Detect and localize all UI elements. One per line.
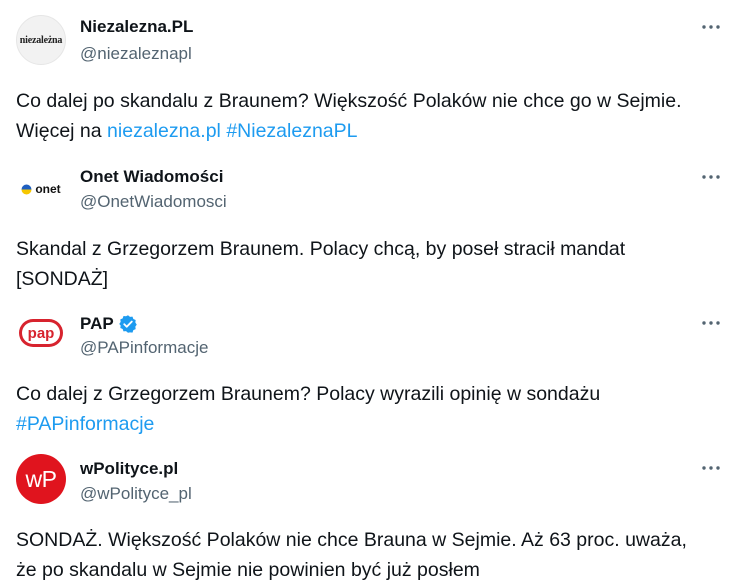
tweet-text-prefix: Więcej na [16,120,108,142]
display-name[interactable]: Onet Wiadomości [80,167,223,187]
onet-logo: onet [21,182,61,196]
hashtag-niezaleznapl[interactable]: #NiezaleznaPL [226,120,357,142]
display-name[interactable]: wPolityce.pl [80,459,178,479]
tweet-text-line: Co dalej po skandalu z Braunem? Większoś… [16,90,682,112]
tweet-text-line: że po skandalu w Sejmie nie powinien być… [16,559,480,581]
user-handle[interactable]: @PAPinformacje [80,338,208,358]
tweet-text: Co dalej po skandalu z Braunem? Większoś… [16,86,722,146]
verified-badge-icon[interactable] [118,314,138,334]
pap-logo: pap [19,319,63,347]
user-handle[interactable]: @niezaleznapl [80,44,192,64]
tweet-text-line: Więcej na niezalezna.pl #NiezaleznaPL [16,116,722,146]
name-line: PAP [80,314,138,334]
more-options-button[interactable] [698,18,724,36]
tweet-text-line: #PAPinformacje [16,409,722,439]
tweet-onet[interactable]: onet Onet Wiadomości @OnetWiadomosci Ska… [0,150,740,300]
tweet-pap[interactable]: pap PAP @PAPinformacje Co dalej z Grzego… [0,300,740,450]
tweet-text-line: [SONDAŻ] [16,268,109,290]
tweet-text: Skandal z Grzegorzem Braunem. Polacy chc… [16,234,722,294]
tweet-text-line: Co dalej z Grzegorzem Braunem? Polacy wy… [16,383,601,405]
user-handle[interactable]: @wPolityce_pl [80,484,192,504]
onet-dot-icon [21,184,32,194]
more-horizontal-icon [702,25,720,29]
tweet-wpolityce[interactable]: wP wPolityce.pl @wPolityce_pl SONDAŻ. Wi… [0,450,740,587]
wpolityce-logo-text: wP [25,465,57,492]
tweet-niezalezna[interactable]: niezależna Niezalezna.PL @niezaleznapl C… [0,0,740,150]
more-horizontal-icon [702,321,720,325]
onet-logo-text: onet [35,182,61,196]
avatar-pap[interactable]: pap [16,308,66,358]
more-horizontal-icon [702,175,720,179]
more-options-button[interactable] [698,314,724,332]
display-name[interactable]: PAP [80,314,114,334]
pap-logo-text: pap [28,325,55,342]
user-handle[interactable]: @OnetWiadomosci [80,192,227,212]
tweet-text: SONDAŻ. Większość Polaków nie chce Braun… [16,525,722,585]
avatar-niezalezna[interactable]: niezależna [16,15,66,65]
link-niezalezna[interactable]: niezalezna.pl [107,120,221,142]
tweet-text-line: SONDAŻ. Większość Polaków nie chce Braun… [16,529,687,551]
name-line: wPolityce.pl [80,459,178,479]
tweet-text-line: Skandal z Grzegorzem Braunem. Polacy chc… [16,238,626,260]
hashtag-papinformacje[interactable]: #PAPinformacje [16,413,154,435]
more-horizontal-icon [702,466,720,470]
more-options-button[interactable] [698,459,724,477]
name-line: Niezalezna.PL [80,17,193,37]
name-line: Onet Wiadomości [80,167,223,187]
avatar-wpolityce[interactable]: wP [16,454,66,504]
tweet-text: Co dalej z Grzegorzem Braunem? Polacy wy… [16,379,722,439]
avatar-onet[interactable]: onet [16,164,66,214]
more-options-button[interactable] [698,168,724,186]
niezalezna-logo-text: niezależna [19,34,63,46]
tweet-feed: niezależna Niezalezna.PL @niezaleznapl C… [0,0,740,587]
display-name[interactable]: Niezalezna.PL [80,17,193,37]
